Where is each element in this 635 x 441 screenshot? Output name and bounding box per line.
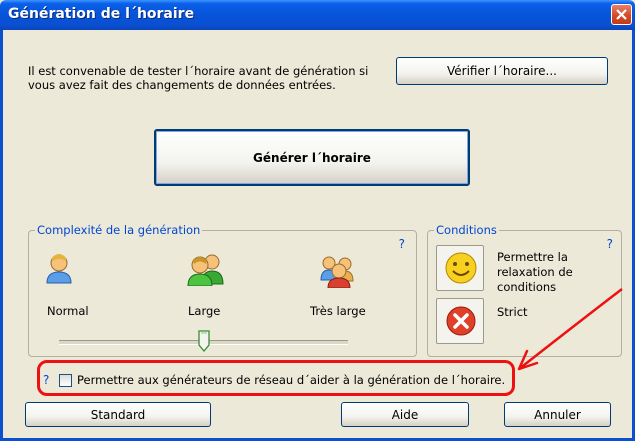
help-label: Aide [391,407,419,422]
close-button[interactable] [611,4,632,25]
network-checkbox[interactable] [59,374,72,387]
network-option-label[interactable]: Permettre aux générateurs de réseau d´ai… [77,373,505,387]
generate-schedule-label: Générer l´horaire [253,150,371,165]
complexity-large-label[interactable]: Large [188,304,220,318]
relax-line-2: relaxation de [497,265,573,279]
annotation-arrow-icon [517,288,623,371]
complexity-normal-label[interactable]: Normal [47,304,89,318]
strict-conditions-button[interactable] [436,298,484,344]
generate-schedule-button[interactable]: Générer l´horaire [154,129,470,186]
help-button[interactable]: Aide [341,402,469,427]
smiley-icon [445,252,477,284]
intro-line-1: Il est convenable de tester l´horaire av… [28,64,369,78]
title-bar: Génération de l´horaire [0,0,635,30]
window-title: Génération de l´horaire [8,6,195,22]
single-user-icon[interactable] [44,252,74,284]
conditions-help-icon[interactable]: ? [607,237,613,251]
close-icon [616,9,627,20]
relax-conditions-button[interactable] [436,245,484,291]
cancel-button[interactable]: Annuler [504,402,611,427]
standard-button[interactable]: Standard [25,402,211,427]
two-users-icon[interactable] [186,252,226,286]
complexity-very-large-label[interactable]: Très large [310,304,366,318]
complexity-legend: Complexité de la génération [35,223,203,237]
dialog-window: Génération de l´horaire Il est convenabl… [0,0,635,441]
complexity-slider-thumb[interactable] [198,330,210,352]
intro-line-2: vous avez fait des changements de donnée… [28,78,336,92]
user-group-icon[interactable] [319,254,361,288]
cancel-label: Annuler [534,407,581,422]
network-help-icon[interactable]: ? [43,373,49,387]
intro-text: Il est convenable de tester l´horaire av… [28,64,373,92]
conditions-legend: Conditions [434,223,499,237]
complexity-help-icon[interactable]: ? [399,237,405,251]
complexity-group: Complexité de la génération ? [28,223,417,357]
relax-line-1: Permettre la [497,250,568,264]
verify-schedule-button[interactable]: Vérifier l´horaire... [396,57,608,85]
standard-label: Standard [90,407,146,422]
verify-schedule-label: Vérifier l´horaire... [446,64,557,78]
error-x-icon [446,306,476,336]
